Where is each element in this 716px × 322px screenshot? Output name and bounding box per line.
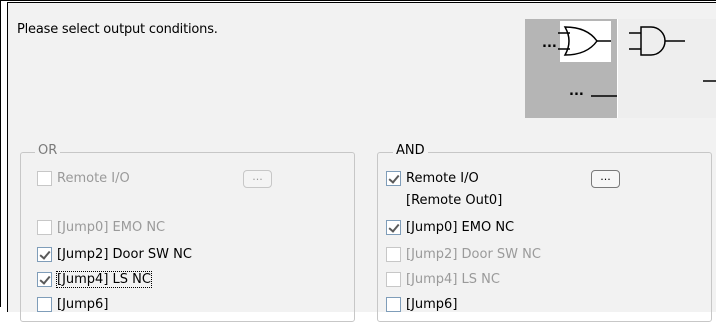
- and-jump6-checkbox[interactable]: [Jump6]: [386, 295, 457, 313]
- checkbox-label: [Jump0] EMO NC: [57, 219, 166, 235]
- logic-diagram: ... ...: [525, 19, 716, 118]
- checkbox-label: Remote I/O: [406, 170, 479, 186]
- or-jump0-checkbox[interactable]: [Jump0] EMO NC: [37, 218, 165, 236]
- checkbox-label: [Jump2] Door SW NC: [57, 246, 192, 262]
- checkbox-label: [Jump2] Door SW NC: [406, 246, 541, 262]
- checkbox-label: [Jump6]: [406, 296, 458, 312]
- and-jump0-checkbox[interactable]: [Jump0] EMO NC: [386, 218, 514, 236]
- checkbox-box: [386, 246, 401, 262]
- and-group-legend: AND: [393, 143, 428, 158]
- checkbox-label: Remote I/O: [57, 170, 130, 186]
- and-browse-button[interactable]: ...: [591, 170, 620, 188]
- and-jump2-checkbox[interactable]: [Jump2] Door SW NC: [386, 245, 541, 263]
- checkbox-box: [386, 296, 401, 312]
- or-browse-button[interactable]: ...: [243, 170, 272, 188]
- checkbox-label: [Jump4] LS NC: [406, 271, 500, 287]
- checkbox-label: [Jump4] LS NC: [56, 270, 152, 288]
- or-group-legend: OR: [35, 143, 61, 158]
- and-jump4-checkbox[interactable]: [Jump4] LS NC: [386, 270, 500, 288]
- prompt-text: Please select output conditions.: [17, 22, 218, 37]
- checkbox-box: [37, 170, 52, 186]
- checkbox-box: [386, 219, 401, 235]
- or-gate-icon: [558, 26, 611, 56]
- checkbox-box: [386, 170, 401, 186]
- diagram-ellipsis-lower: ...: [569, 84, 584, 99]
- checkbox-label: [Jump6]: [57, 296, 109, 312]
- checkbox-box: [37, 271, 52, 287]
- checkbox-label: [Jump0] EMO NC: [406, 219, 515, 235]
- or-jump2-checkbox[interactable]: [Jump2] Door SW NC: [37, 245, 192, 263]
- checkbox-box: [386, 271, 401, 287]
- checkbox-box: [37, 246, 52, 262]
- diagram-ellipsis: ...: [542, 36, 557, 51]
- checkbox-box: [37, 219, 52, 235]
- checkbox-box: [37, 296, 52, 312]
- or-remote-io-checkbox[interactable]: Remote I/O: [37, 169, 130, 187]
- and-gate-icon: [629, 26, 716, 82]
- and-remote-io-checkbox[interactable]: Remote I/O: [386, 169, 479, 187]
- remote-out-text: [Remote Out0]: [406, 193, 503, 208]
- or-jump6-checkbox[interactable]: [Jump6]: [37, 295, 108, 313]
- or-jump4-checkbox[interactable]: [Jump4] LS NC: [37, 270, 152, 288]
